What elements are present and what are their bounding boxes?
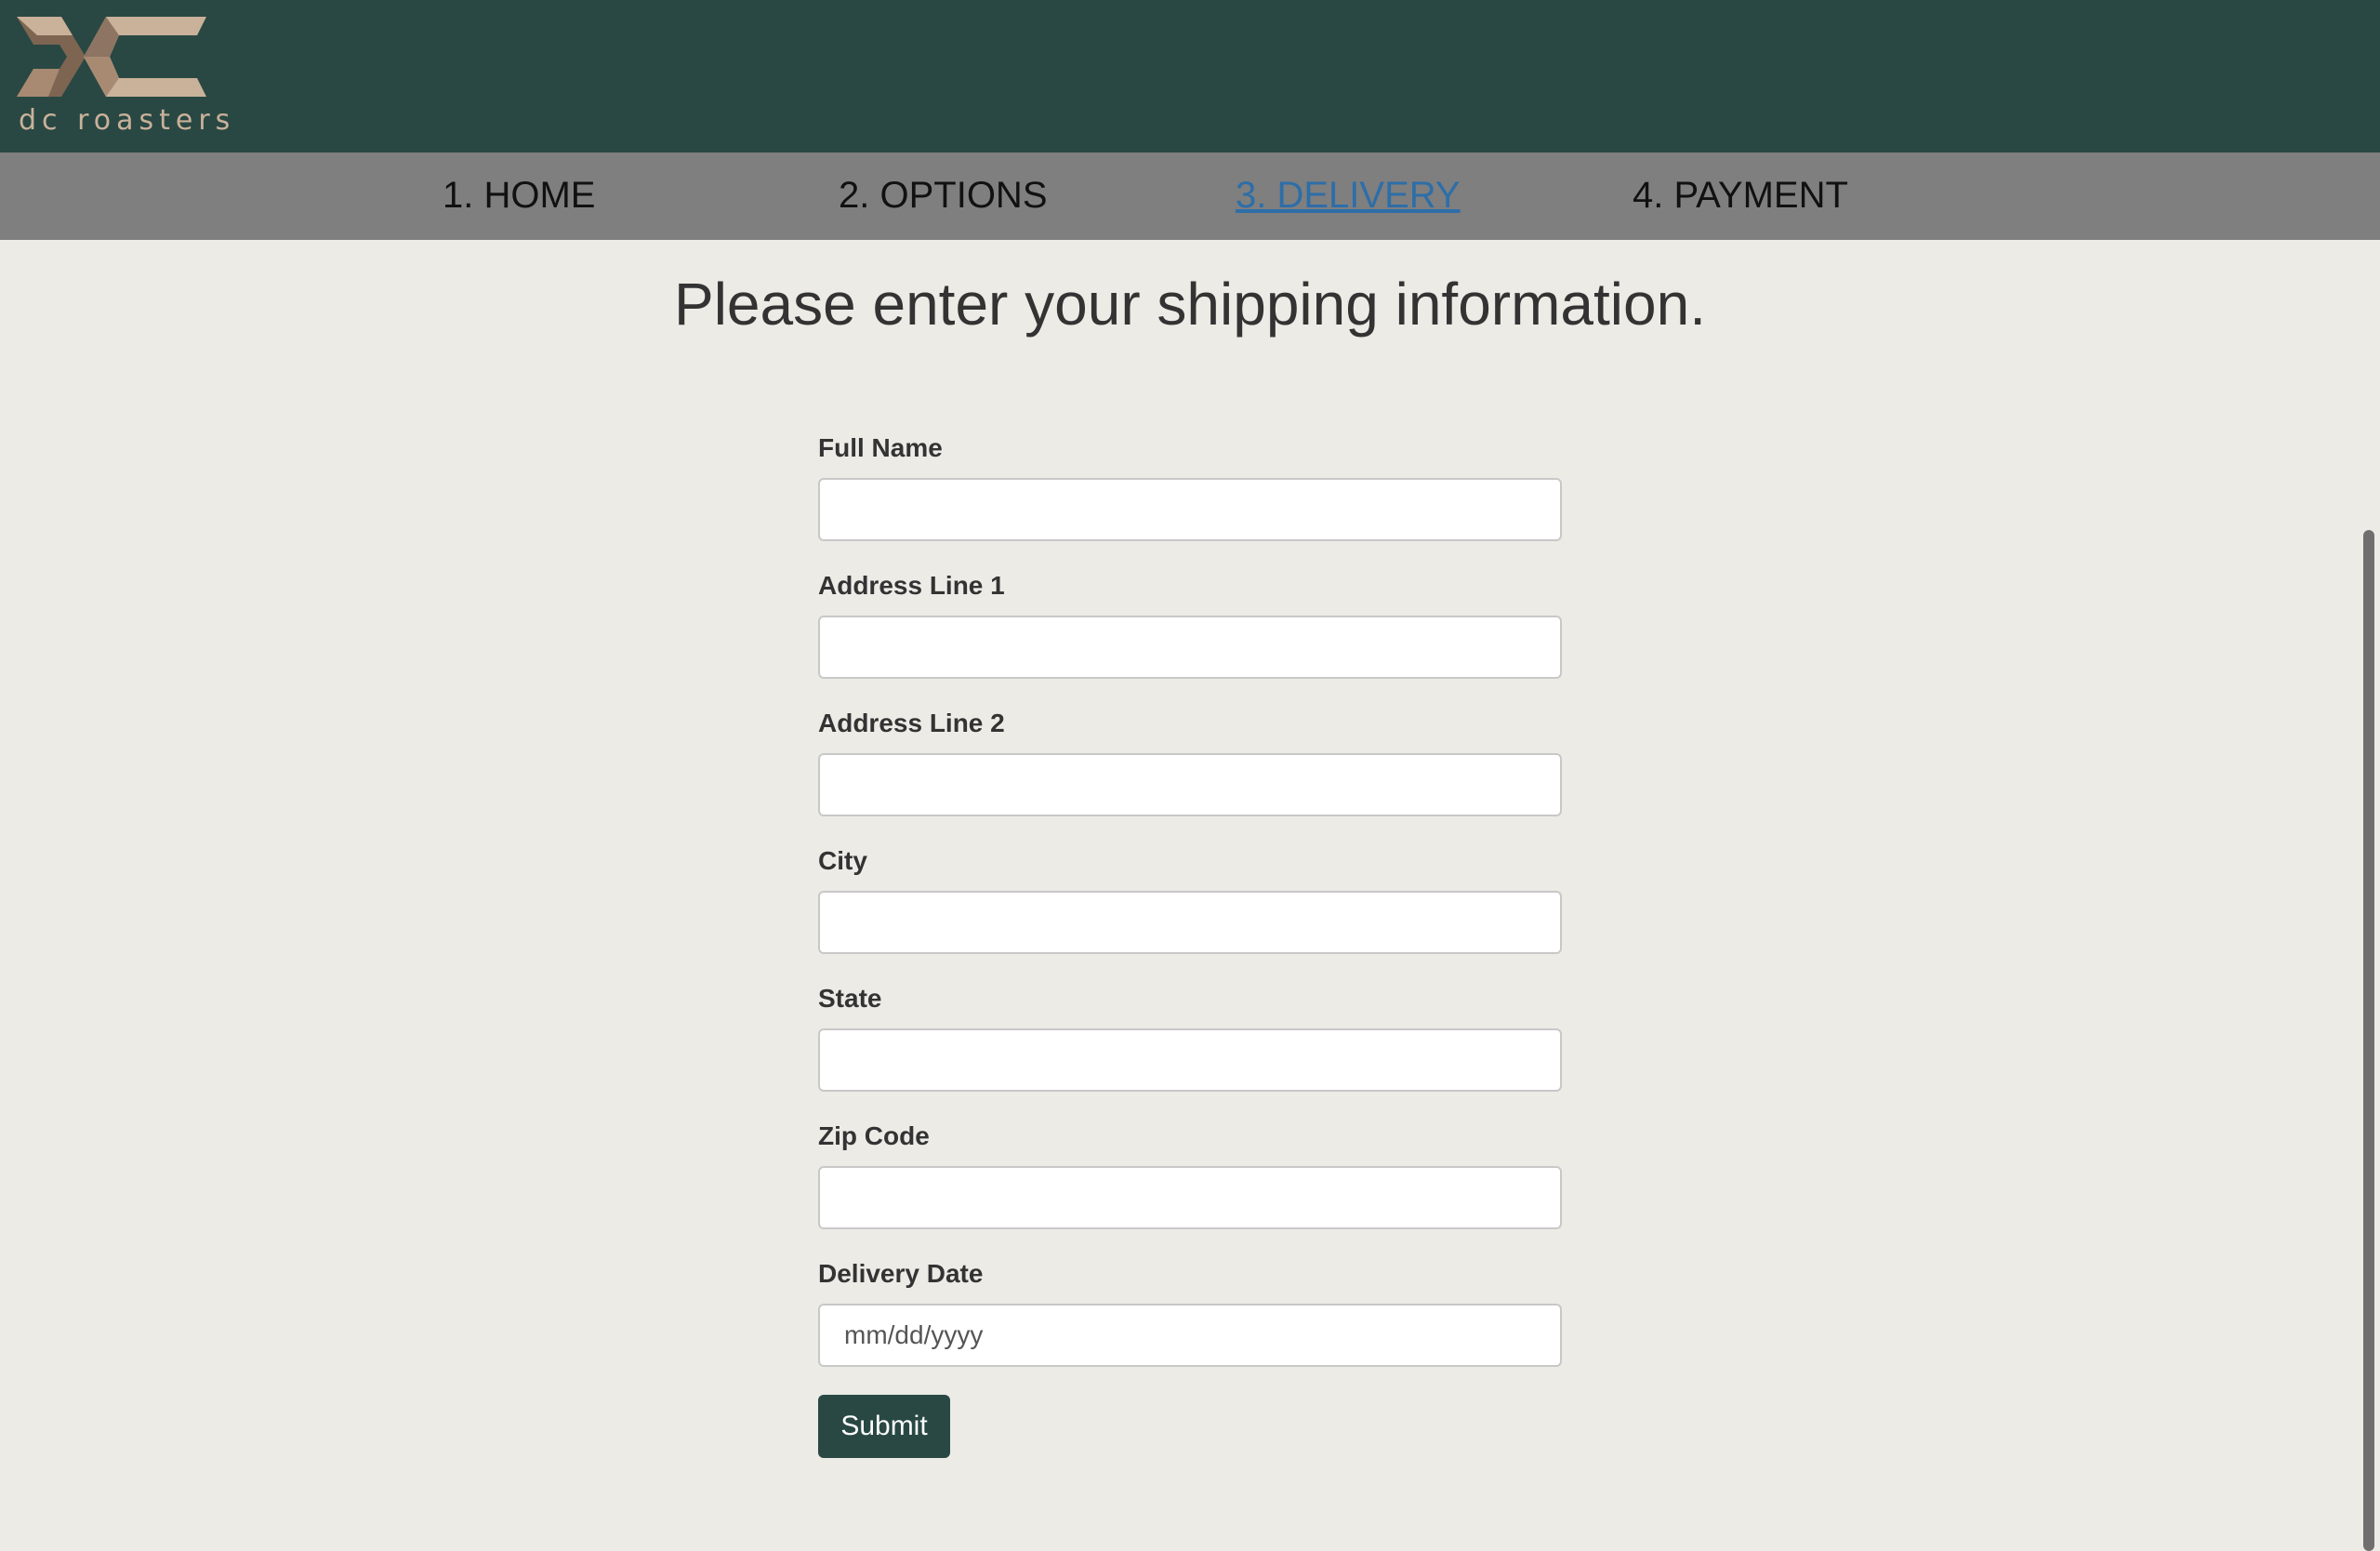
checkout-steps-nav: 1. HOME 2. OPTIONS 3. DELIVERY 4. PAYMEN…	[0, 152, 2380, 240]
nav-step-options[interactable]: 2. OPTIONS	[839, 175, 1048, 217]
address-line-2-input[interactable]	[818, 753, 1562, 816]
full-name-input[interactable]	[818, 478, 1562, 541]
zip-code-label: Zip Code	[818, 1121, 930, 1150]
delivery-date-label: Delivery Date	[818, 1259, 984, 1288]
site-header: dc roasters	[0, 0, 2380, 152]
page-title: Please enter your shipping information.	[674, 271, 1706, 338]
full-name-label: Full Name	[818, 433, 943, 462]
address-line-1-label: Address Line 1	[818, 571, 1005, 600]
delivery-date-input[interactable]	[818, 1304, 1562, 1367]
nav-step-delivery[interactable]: 3. DELIVERY	[1236, 175, 1461, 217]
state-label: State	[818, 984, 882, 1013]
zip-code-input[interactable]	[818, 1166, 1562, 1229]
brand-name: dc roasters	[19, 104, 236, 137]
dc-monogram-logo-icon	[17, 17, 206, 97]
address-line-2-label: Address Line 2	[818, 709, 1005, 737]
address-line-1-input[interactable]	[818, 616, 1562, 679]
state-input[interactable]	[818, 1028, 1562, 1092]
site-logo[interactable]: dc roasters	[17, 17, 230, 138]
city-label: City	[818, 846, 867, 875]
submit-button[interactable]: Submit	[818, 1395, 950, 1458]
nav-step-payment[interactable]: 4. PAYMENT	[1633, 175, 1848, 217]
page-scrollbar[interactable]	[2363, 530, 2374, 1551]
city-input[interactable]	[818, 891, 1562, 954]
nav-step-home[interactable]: 1. HOME	[443, 175, 595, 217]
